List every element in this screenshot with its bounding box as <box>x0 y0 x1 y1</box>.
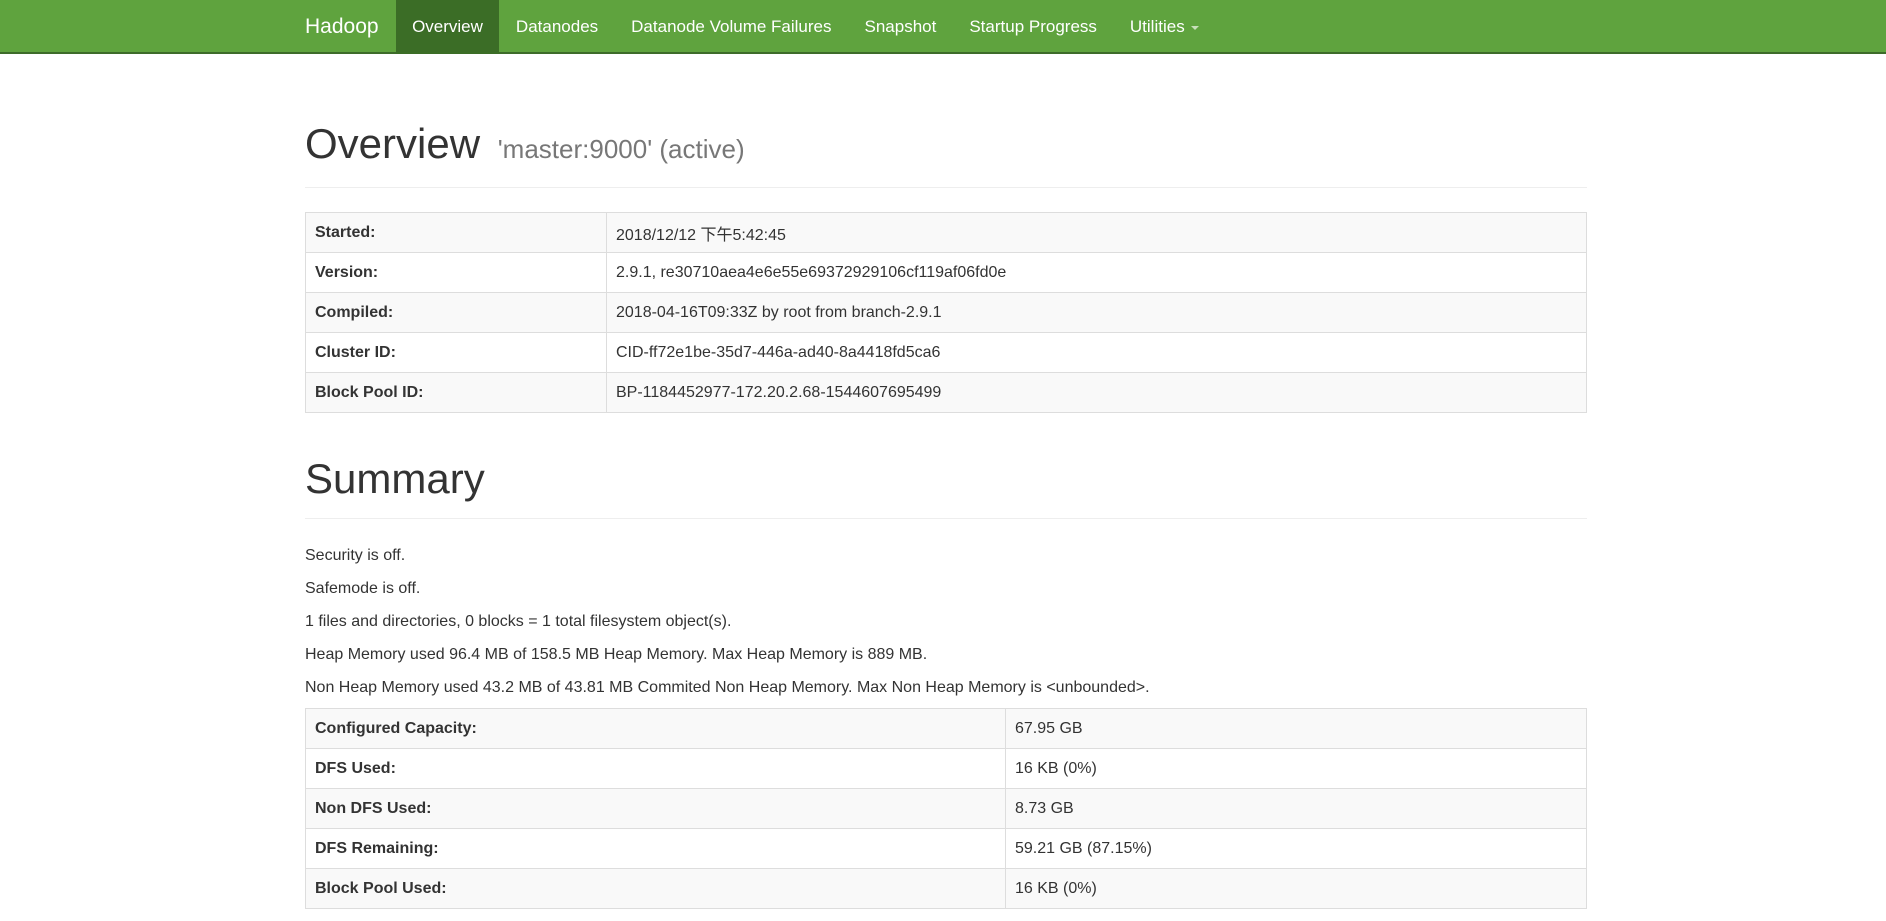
overview-subtitle: 'master:9000' (active) <box>497 134 745 164</box>
brand-link[interactable]: Hadoop <box>305 0 396 54</box>
main-container: Overview 'master:9000' (active) Started:… <box>305 120 1587 909</box>
table-row: Cluster ID: CID-ff72e1be-35d7-446a-ad40-… <box>305 332 1587 373</box>
row-value: 8.73 GB <box>1005 788 1587 829</box>
overview-header: Overview 'master:9000' (active) <box>305 120 1587 188</box>
row-value: 2018/12/12 下午5:42:45 <box>606 212 1587 253</box>
safemode-status: Safemode is off. <box>305 580 421 597</box>
overview-title-text: Overview <box>305 120 481 167</box>
overview-title: Overview 'master:9000' (active) <box>305 120 1587 173</box>
nav-utilities-label: Utilities <box>1129 17 1185 36</box>
row-label: Non DFS Used: <box>305 788 1006 829</box>
row-label: Cluster ID: <box>305 332 607 373</box>
row-label: Block Pool Used: <box>305 868 1006 909</box>
row-label: Started: <box>305 212 607 253</box>
filesystem-objects: 1 files and directories, 0 blocks = 1 to… <box>305 613 732 630</box>
row-value: CID-ff72e1be-35d7-446a-ad40-8a4418fd5ca6 <box>606 332 1587 373</box>
row-label: Compiled: <box>305 292 607 333</box>
non-heap-memory: Non Heap Memory used 43.2 MB of 43.81 MB… <box>305 679 1150 696</box>
row-value: 2018-04-16T09:33Z by root from branch-2.… <box>606 292 1587 333</box>
table-row: Compiled: 2018-04-16T09:33Z by root from… <box>305 292 1587 333</box>
row-label: Version: <box>305 252 607 293</box>
row-value: 16 KB (0%) <box>1005 748 1587 789</box>
table-row: Configured Capacity: 67.95 GB <box>305 708 1587 749</box>
row-value: 59.21 GB (87.15%) <box>1005 828 1587 869</box>
row-label: Configured Capacity: <box>305 708 1006 749</box>
nav-snapshot[interactable]: Snapshot <box>848 0 953 54</box>
row-value: 67.95 GB <box>1005 708 1587 749</box>
nav-startup-progress[interactable]: Startup Progress <box>953 0 1114 54</box>
table-row: Started: 2018/12/12 下午5:42:45 <box>305 212 1587 253</box>
nav-datanodes[interactable]: Datanodes <box>499 0 614 54</box>
overview-table: Started: 2018/12/12 下午5:42:45 Version: 2… <box>305 212 1587 413</box>
table-row: Version: 2.9.1, re30710aea4e6e55e6937292… <box>305 252 1587 293</box>
table-row: Non DFS Used: 8.73 GB <box>305 788 1587 829</box>
row-label: DFS Used: <box>305 748 1006 789</box>
summary-header: Summary <box>305 455 1587 519</box>
table-row: DFS Remaining: 59.21 GB (87.15%) <box>305 828 1587 869</box>
summary-lines: Security is off. Safemode is off. 1 file… <box>305 539 1587 704</box>
row-value: 16 KB (0%) <box>1005 868 1587 909</box>
table-row: DFS Used: 16 KB (0%) <box>305 748 1587 789</box>
row-value: BP-1184452977-172.20.2.68-1544607695499 <box>606 372 1587 413</box>
table-row: Block Pool ID: BP-1184452977-172.20.2.68… <box>305 372 1587 413</box>
security-status: Security is off. <box>305 547 406 564</box>
summary-title: Summary <box>305 455 485 502</box>
chevron-down-icon <box>1190 25 1199 30</box>
row-label: Block Pool ID: <box>305 372 607 413</box>
nav-utilities-dropdown[interactable]: Utilities <box>1113 0 1215 54</box>
table-row: Block Pool Used: 16 KB (0%) <box>305 868 1587 909</box>
top-navbar: Hadoop Overview Datanodes Datanode Volum… <box>0 0 1886 54</box>
heap-memory: Heap Memory used 96.4 MB of 158.5 MB Hea… <box>305 646 928 663</box>
nav-overview[interactable]: Overview <box>395 0 500 54</box>
row-label: DFS Remaining: <box>305 828 1006 869</box>
navbar-inner: Hadoop Overview Datanodes Datanode Volum… <box>305 0 1587 54</box>
row-value: 2.9.1, re30710aea4e6e55e69372929106cf119… <box>606 252 1587 293</box>
nav-datanode-volume-failures[interactable]: Datanode Volume Failures <box>615 0 848 54</box>
capacity-table: Configured Capacity: 67.95 GB DFS Used: … <box>305 708 1587 909</box>
